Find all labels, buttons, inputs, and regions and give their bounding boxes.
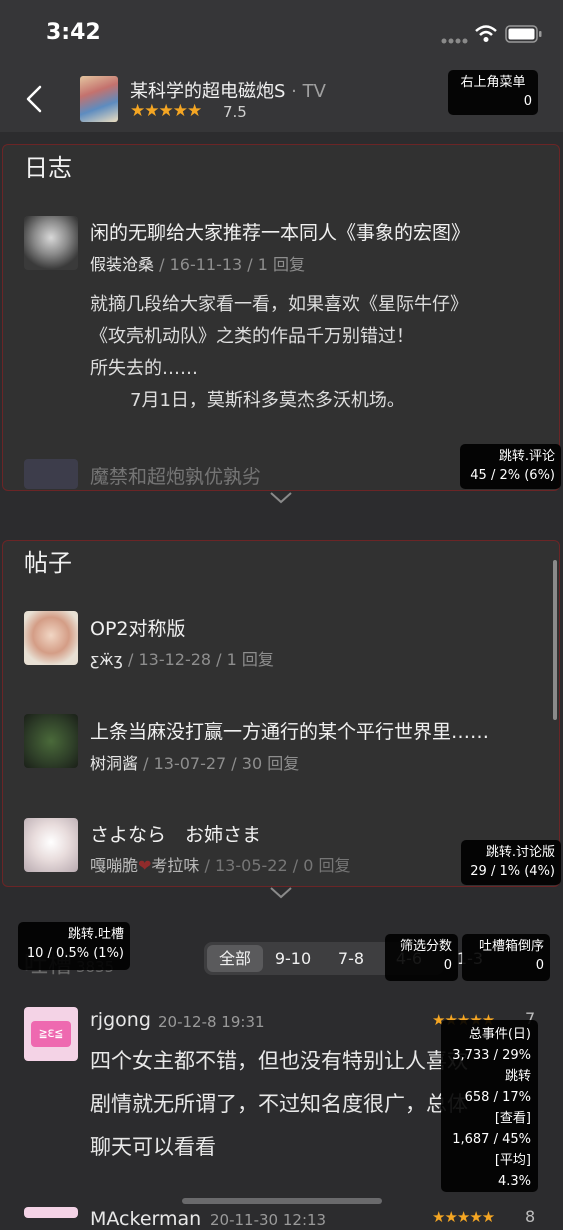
stats-jump-value: 658 / 17%: [464, 1090, 531, 1105]
overlay-menu-value: 0: [523, 94, 532, 109]
rating-score: 7.5: [223, 103, 247, 121]
diary-excerpt-line: 所失去的……: [90, 358, 198, 379]
overlay-menu-tag[interactable]: 右上角菜单 0: [448, 70, 538, 115]
jump-review-tag[interactable]: 跳转.评论 45 / 2% (6%): [460, 444, 561, 489]
topics-section-title: 帖子: [24, 549, 72, 577]
topic-meta: ƹӝʒ / 13-12-28 / 1 回复: [90, 650, 274, 669]
avatar[interactable]: [24, 216, 78, 270]
topic-user[interactable]: 考拉味: [151, 856, 199, 875]
sort-comments-tag[interactable]: 吐槽箱倒序 0: [462, 934, 550, 981]
avatar[interactable]: [24, 818, 78, 872]
signal-icon: [441, 38, 468, 44]
filter-all[interactable]: 全部: [207, 945, 263, 972]
review-user[interactable]: MAckerman: [90, 1208, 201, 1230]
status-time: 3:42: [46, 20, 101, 45]
diary-excerpt-line: 《攻壳机动队》之类的作品千万别错过！: [90, 326, 414, 347]
sort-comments-title: 吐槽箱倒序: [478, 939, 544, 954]
stats-view-label: [查看]: [494, 1111, 531, 1126]
avatar[interactable]: [24, 459, 78, 489]
topic-title[interactable]: 上条当麻没打赢一方通行的某个平行世界里……: [90, 717, 489, 744]
diary-section: [2, 144, 560, 491]
avatar[interactable]: ≧ε≦: [24, 1007, 78, 1061]
review-date: 20-12-8 19:31: [158, 1013, 265, 1031]
topic-title[interactable]: さよなら お姉さま: [90, 820, 261, 847]
expand-chevron-icon[interactable]: [270, 492, 292, 504]
stats-jump-label: 跳转: [504, 1069, 531, 1084]
review-line: 聊天可以看看: [90, 1135, 216, 1159]
filter-9-10[interactable]: 9-10: [265, 945, 321, 972]
review-date: 20-11-30 12:13: [210, 1211, 327, 1229]
stats-view-value: 1,687 / 45%: [452, 1132, 531, 1147]
diary-entry-user[interactable]: 假装沧桑: [90, 255, 154, 274]
back-icon[interactable]: [22, 84, 48, 114]
filter-score-tag[interactable]: 筛选分数 0: [385, 934, 458, 981]
jump-board-title: 跳转.讨论版: [485, 845, 555, 860]
review-user[interactable]: rjgong: [90, 1009, 151, 1031]
sort-comments-value: 0: [535, 958, 544, 973]
review-rating: 8: [525, 1207, 536, 1226]
topics-section: [2, 540, 560, 887]
review-stars: ★★★★★: [432, 1208, 495, 1226]
jump-comments-tag[interactable]: 跳转.吐槽 10 / 0.5% (1%): [18, 922, 130, 970]
diary-section-title: 日志: [24, 154, 72, 182]
jump-board-tag[interactable]: 跳转.讨论版 29 / 1% (4%): [461, 840, 561, 885]
filter-score-value: 0: [443, 958, 452, 973]
topic-meta: 嘎嘣脆❤考拉味 / 13-05-22 / 0 回复: [90, 856, 351, 875]
heart-icon: ❤: [138, 856, 152, 875]
diary-excerpt-line: 就摘几段给大家看一看，如果喜欢《星际牛仔》: [90, 294, 468, 315]
stats-total-label: 总事件(日): [468, 1027, 531, 1042]
avatar[interactable]: [24, 1207, 78, 1218]
expand-chevron-icon[interactable]: [270, 887, 292, 899]
filter-7-8[interactable]: 7-8: [323, 945, 379, 972]
avatar-face: ≧ε≦: [31, 1021, 71, 1047]
diary-entry-meta: 假装沧桑 / 16-11-13 / 1 回复: [90, 255, 306, 274]
review-line: 剧情就无所谓了，不过知名度很广，总体: [90, 1092, 468, 1116]
jump-review-value: 45 / 2% (6%): [470, 468, 555, 483]
subject-title[interactable]: 某科学的超电磁炮S · TV: [130, 77, 326, 103]
stats-avg-label: [平均]: [494, 1153, 531, 1168]
topic-user[interactable]: ƹӝʒ: [90, 650, 123, 669]
jump-board-value: 29 / 1% (4%): [470, 864, 555, 879]
battery-icon: [505, 25, 542, 43]
jump-comments-value: 10 / 0.5% (1%): [26, 946, 124, 961]
jump-review-title: 跳转.评论: [498, 449, 555, 464]
subject-type: · TV: [285, 81, 326, 102]
filter-score-title: 筛选分数: [399, 939, 452, 954]
jump-comments-title: 跳转.吐槽: [67, 927, 124, 942]
topic-title[interactable]: OP2对称版: [90, 614, 186, 641]
diary-entry-title[interactable]: 闲的无聊给大家推荐一本同人《事象的宏图》: [90, 218, 470, 245]
review-text: 四个女主都不错，但也没有特别让人喜欢 剧情就无所谓了，不过知名度很广，总体 聊天…: [90, 1040, 470, 1169]
topic-user[interactable]: 嘎嘣脆: [90, 856, 138, 875]
scrollbar[interactable]: [553, 560, 557, 720]
topic-meta: 树洞酱 / 13-07-27 / 30 回复: [90, 754, 300, 773]
stats-overlay: 总事件(日) 3,733 / 29% 跳转 658 / 17% [查看] 1,6…: [441, 1020, 538, 1192]
stats-avg-value: 4.3%: [497, 1174, 531, 1189]
rating-stars: ★★★★★: [130, 101, 202, 121]
avatar[interactable]: [24, 611, 78, 665]
stats-total-value: 3,733 / 29%: [452, 1048, 531, 1063]
review-line: 四个女主都不错，但也没有特别让人喜欢: [90, 1049, 468, 1073]
subject-cover[interactable]: [80, 76, 118, 122]
diary-entry-title[interactable]: 魔禁和超炮孰优孰劣: [90, 462, 261, 489]
topic-user[interactable]: 树洞酱: [90, 754, 138, 773]
diary-excerpt-line: 7月1日，莫斯科多莫杰多沃机场。: [130, 390, 405, 411]
overlay-menu-title: 右上角菜单: [460, 75, 526, 90]
avatar[interactable]: [24, 714, 78, 768]
wifi-icon: [475, 25, 497, 42]
home-indicator[interactable]: [182, 1198, 382, 1204]
